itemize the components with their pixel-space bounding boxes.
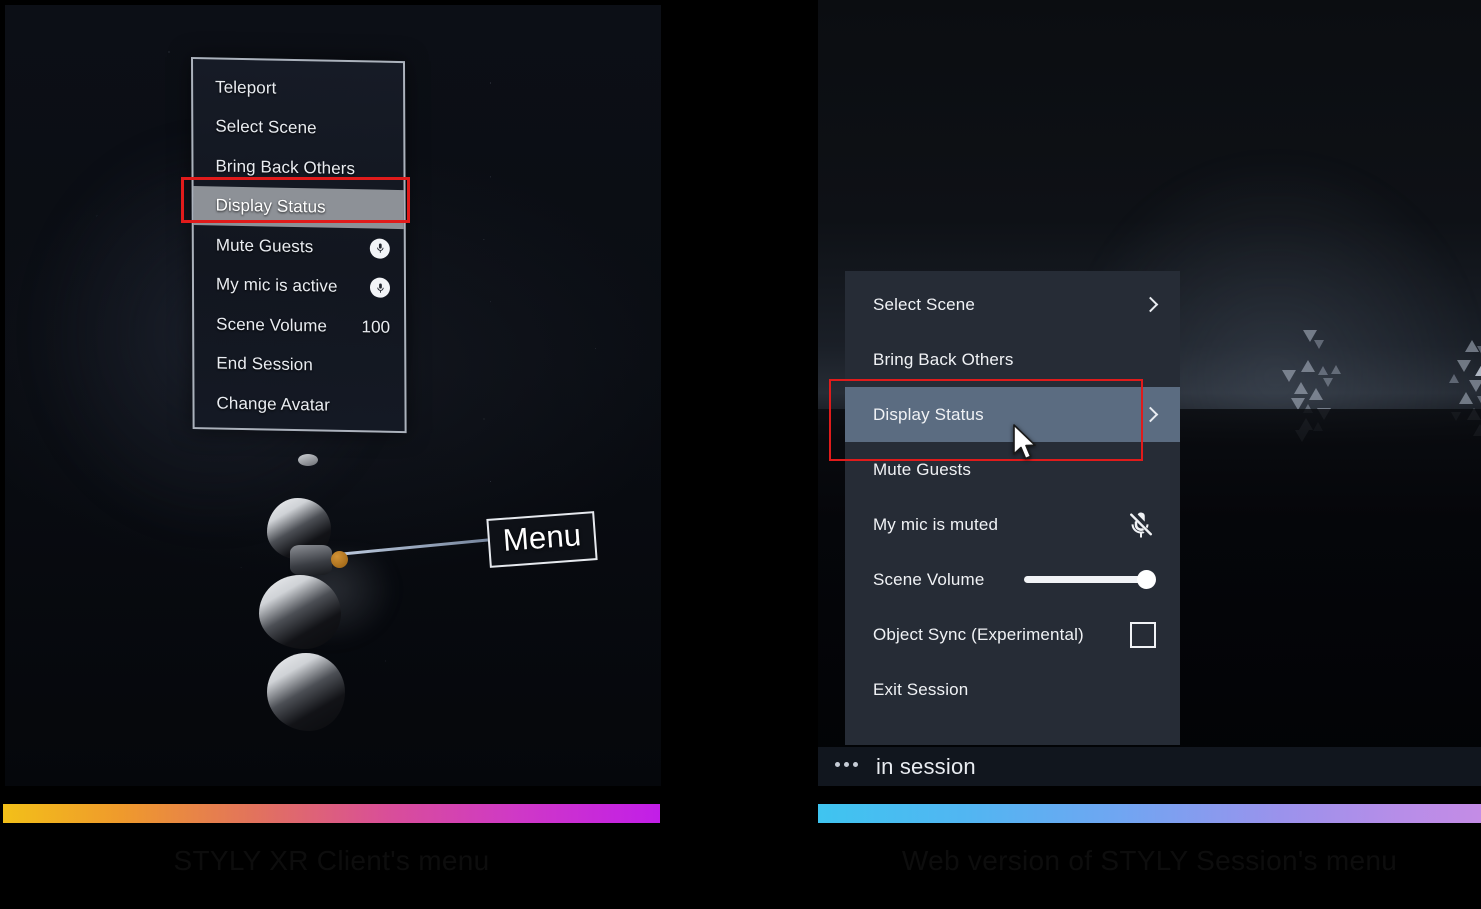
avatar-head-marker bbox=[298, 454, 318, 466]
xr-menu-item-change-avatar[interactable]: Change Avatar bbox=[194, 383, 404, 427]
web-menu-panel: Select Scene Bring Back Others Display S… bbox=[845, 271, 1180, 745]
caption-right: Web version of STYLY Session's menu bbox=[901, 845, 1398, 876]
chevron-right-icon bbox=[1142, 406, 1159, 423]
session-status-bar: in session bbox=[818, 747, 1481, 786]
xr-menu-item-select-scene[interactable]: Select Scene bbox=[193, 107, 403, 151]
xr-menu-item-teleport[interactable]: Teleport bbox=[193, 67, 403, 111]
chevron-right-icon bbox=[1142, 296, 1159, 313]
accent-bar-right bbox=[818, 804, 1481, 823]
web-menu-item-select-scene[interactable]: Select Scene bbox=[845, 277, 1180, 332]
xr-menu-item-label: Bring Back Others bbox=[215, 156, 356, 178]
session-status-text: in session bbox=[876, 753, 976, 779]
xr-menu-item-my-mic-is-active[interactable]: My mic is active bbox=[194, 265, 404, 309]
web-menu-item-mute-guests[interactable]: Mute Guests bbox=[845, 442, 1180, 497]
web-menu-item-label: My mic is muted bbox=[873, 514, 999, 534]
xr-menu-item-label: My mic is active bbox=[215, 274, 338, 297]
xr-menu-item-label: Mute Guests bbox=[215, 235, 314, 257]
controller-pointer-origin bbox=[331, 551, 348, 568]
xr-menu-item-label: Teleport bbox=[215, 77, 277, 98]
xr-menu-item-mute-guests[interactable]: Mute Guests bbox=[194, 225, 404, 269]
web-menu-item-label: Bring Back Others bbox=[873, 349, 1014, 369]
microphone-icon bbox=[369, 238, 390, 259]
web-menu-item-label: Scene Volume bbox=[873, 569, 985, 589]
menu-button-label[interactable]: Menu bbox=[486, 511, 599, 568]
controller-pointer-ray bbox=[336, 537, 495, 556]
xr-menu-item-bring-back-others[interactable]: Bring Back Others bbox=[193, 146, 403, 190]
xr-client-viewport: Teleport Select Scene Bring Back Others … bbox=[5, 5, 661, 786]
xr-menu-item-label: End Session bbox=[216, 353, 313, 375]
xr-menu-item-label: Display Status bbox=[215, 195, 326, 217]
web-menu-item-object-sync[interactable]: Object Sync (Experimental) bbox=[845, 607, 1180, 662]
ellipsis-icon[interactable] bbox=[835, 761, 858, 772]
xr-menu-item-end-session[interactable]: End Session bbox=[194, 344, 404, 388]
slider-track bbox=[1024, 576, 1148, 583]
web-menu-item-my-mic-is-muted[interactable]: My mic is muted bbox=[845, 497, 1180, 552]
web-menu-item-label: Exit Session bbox=[873, 679, 969, 699]
web-menu-item-label: Select Scene bbox=[873, 294, 975, 314]
microphone-icon bbox=[369, 277, 391, 299]
xr-menu-item-display-status[interactable]: Display Status bbox=[193, 185, 404, 230]
avatar-segment-bottom bbox=[267, 653, 345, 731]
web-menu-item-scene-volume[interactable]: Scene Volume bbox=[845, 552, 1180, 607]
web-menu-item-display-status[interactable]: Display Status bbox=[845, 387, 1180, 442]
avatar-and-controller: Menu bbox=[245, 445, 625, 785]
accent-bar-left bbox=[3, 804, 660, 823]
microphone-muted-icon[interactable] bbox=[1126, 510, 1156, 540]
web-menu-item-label: Mute Guests bbox=[873, 459, 972, 479]
controller-body bbox=[290, 545, 332, 575]
xr-menu-item-label: Select Scene bbox=[215, 116, 317, 138]
avatar-segment-mid bbox=[259, 575, 341, 649]
xr-menu-item-label: Scene Volume bbox=[216, 314, 328, 336]
slider-knob[interactable] bbox=[1137, 570, 1156, 589]
scene-volume-slider[interactable] bbox=[1024, 570, 1156, 589]
web-menu-item-label: Object Sync (Experimental) bbox=[873, 624, 1084, 644]
comparison-stage: Teleport Select Scene Bring Back Others … bbox=[0, 0, 1481, 909]
web-menu-item-label: Display Status bbox=[873, 404, 984, 424]
object-sync-checkbox[interactable] bbox=[1130, 621, 1156, 648]
caption-left: STYLY XR Client's menu bbox=[173, 845, 490, 876]
xr-menu-item-scene-volume[interactable]: Scene Volume 100 bbox=[194, 304, 404, 348]
xr-menu-panel: Teleport Select Scene Bring Back Others … bbox=[191, 57, 407, 434]
web-menu-item-bring-back-others[interactable]: Bring Back Others bbox=[845, 332, 1180, 387]
web-session-viewport: Select Scene Bring Back Others Display S… bbox=[818, 0, 1481, 786]
web-menu-item-exit-session[interactable]: Exit Session bbox=[845, 662, 1180, 717]
xr-scene-volume-value: 100 bbox=[361, 317, 391, 337]
xr-menu-item-label: Change Avatar bbox=[216, 393, 331, 415]
